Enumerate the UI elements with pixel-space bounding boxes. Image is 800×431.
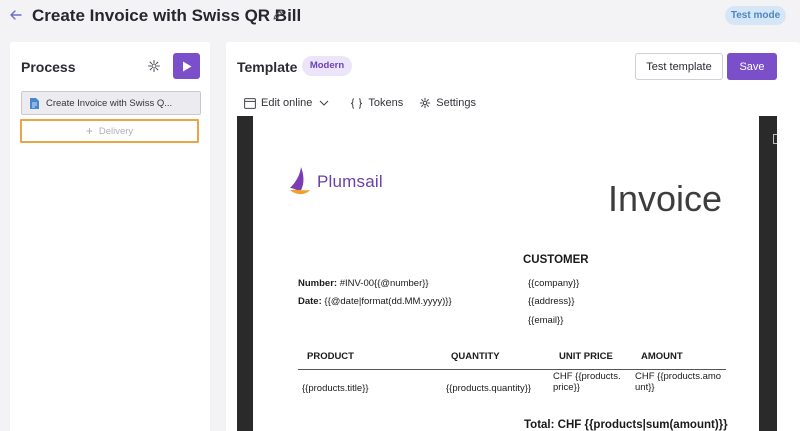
test-mode-badge[interactable]: Test mode: [725, 6, 786, 25]
save-button[interactable]: Save: [727, 53, 777, 80]
gear-icon: [420, 97, 431, 109]
invoice-number-line: Number: #INV-00{{@number}}: [298, 278, 429, 289]
invoice-heading: Invoice: [608, 178, 723, 219]
process-title: Process: [21, 59, 76, 75]
process-step-create-invoice[interactable]: Create Invoice with Swiss Q...: [21, 91, 201, 115]
logo-text: Plumsail: [317, 172, 383, 191]
number-label: Number:: [298, 278, 338, 289]
page-edge-icon: [773, 134, 777, 144]
settings-label: Settings: [436, 97, 476, 109]
test-template-button[interactable]: Test template: [635, 53, 723, 80]
window-icon: [244, 97, 256, 109]
settings-button[interactable]: Settings: [419, 97, 476, 109]
run-process-button[interactable]: [173, 53, 200, 79]
cell-product-quantity: {{products.quantity}}: [446, 383, 532, 394]
chevron-down-icon: [319, 100, 329, 106]
date-label: Date:: [298, 296, 322, 307]
pencil-icon[interactable]: [271, 8, 287, 24]
document-viewer[interactable]: Plumsail Invoice CUSTOMER Number: #INV-0…: [237, 116, 777, 431]
cell-amount: CHF {{products.amount}}: [635, 371, 722, 393]
document-page: Plumsail Invoice CUSTOMER Number: #INV-0…: [253, 116, 759, 431]
tokens-label: Tokens: [368, 97, 404, 109]
template-title: Template: [237, 59, 298, 75]
template-style-badge[interactable]: Modern: [302, 56, 352, 76]
invoice-date-line: Date: {{@date|format(dd.MM.yyyy)}}: [298, 296, 452, 307]
date-value: {{@date|format(dd.MM.yyyy)}}: [324, 296, 452, 307]
number-value: #INV-00{{@number}}: [339, 278, 429, 289]
edit-online-label: Edit online: [261, 97, 313, 109]
add-delivery-button[interactable]: + Delivery: [20, 119, 199, 143]
tokens-button[interactable]: Tokens: [350, 97, 403, 109]
plumsail-logo-icon: [290, 167, 310, 195]
column-header-product: PRODUCT: [307, 351, 354, 362]
cell-unit-price: CHF {{products.price}}: [553, 371, 621, 393]
delivery-label: Delivery: [98, 125, 134, 137]
table-divider: [298, 369, 726, 370]
process-step-label: Create Invoice with Swiss Q...: [46, 97, 173, 109]
back-arrow-icon[interactable]: [9, 8, 23, 24]
gear-icon[interactable]: [147, 59, 161, 73]
plus-icon: +: [85, 124, 93, 138]
process-panel: Process Create Invoice with Swiss Q... +…: [10, 42, 210, 431]
page-title: Create Invoice with Swiss QR Bill: [32, 6, 302, 25]
cell-product-title: {{products.title}}: [302, 383, 369, 394]
edit-online-button[interactable]: Edit online: [244, 97, 334, 109]
column-header-unit-price: UNIT PRICE: [559, 351, 613, 362]
template-toolbar: Edit online Tokens Settings: [244, 94, 476, 112]
logo: Plumsail: [288, 166, 383, 198]
document-icon: [30, 97, 39, 109]
invoice-total: Total: CHF {{products|sum(amount)}}: [524, 419, 728, 431]
play-icon: [182, 61, 191, 71]
customer-company: {{company}}: [528, 278, 580, 289]
customer-email: {{email}}: [528, 315, 564, 326]
template-panel: Template Modern Test template Save Edit …: [226, 42, 800, 431]
customer-address: {{address}}: [528, 296, 575, 307]
column-header-amount: AMOUNT: [641, 351, 683, 362]
braces-icon: [351, 97, 363, 109]
customer-heading: CUSTOMER: [523, 254, 589, 266]
column-header-quantity: QUANTITY: [451, 351, 500, 362]
top-bar: Create Invoice with Swiss QR Bill Test m…: [0, 0, 800, 34]
